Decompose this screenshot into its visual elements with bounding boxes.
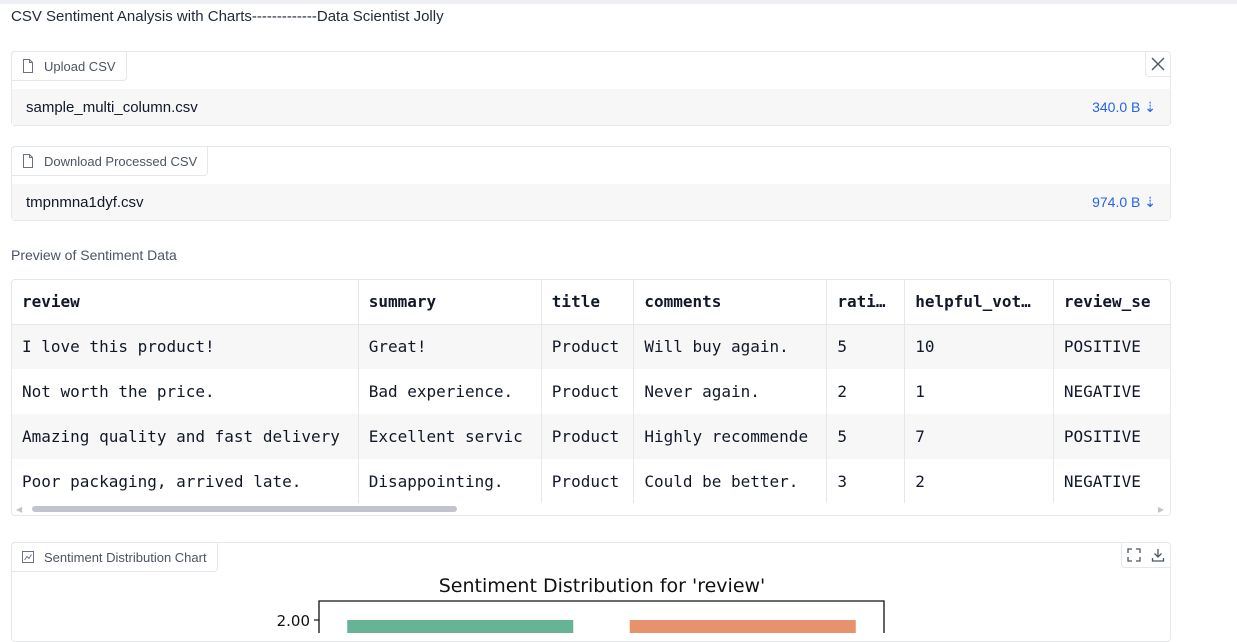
table-cell[interactable]: Excellent servic (357, 414, 542, 459)
table-cell[interactable]: 7 (904, 414, 1054, 459)
file-icon (23, 154, 33, 168)
column-header[interactable]: helpful_vot… (904, 280, 1054, 325)
uploaded-file-row: sample_multi_column.csv 340.0 B ⇣ (12, 89, 1170, 125)
preview-label: Preview of Sentiment Data (11, 247, 177, 263)
table-row: Not worth the price. Bad experience. Pro… (12, 369, 1170, 414)
table-cell[interactable]: Poor packaging, arrived late. (12, 459, 358, 504)
top-border (0, 0, 1237, 4)
column-header[interactable]: title (540, 280, 634, 325)
processed-file-download-link[interactable]: 974.0 B ⇣ (1092, 194, 1156, 211)
table-cell[interactable]: Product (540, 414, 634, 459)
download-processed-label-tab: Download Processed CSV (11, 146, 209, 176)
table-cell[interactable]: Great! (357, 324, 542, 369)
data-table: review summary title comments rati… help… (12, 280, 1170, 504)
scroll-left-icon[interactable]: ◀ (16, 505, 22, 514)
processed-file-name: tmpnmna1dyf.csv (26, 193, 144, 211)
table-cell[interactable]: Amazing quality and fast delivery (12, 414, 359, 459)
table-cell[interactable]: 2 (904, 459, 1054, 504)
table-cell[interactable]: Disappointing. (357, 459, 542, 504)
table-cell[interactable]: Product (540, 324, 634, 369)
table-cell[interactable]: 5 (826, 414, 905, 459)
upload-csv-label: Upload CSV (44, 58, 116, 74)
table-cell[interactable]: I love this product! (12, 324, 359, 369)
table-cell[interactable]: Not worth the price. (12, 369, 358, 414)
y-tick-label: 2.00 (277, 612, 310, 630)
table-cell[interactable]: Product (540, 459, 634, 504)
column-header[interactable]: summary (357, 280, 542, 325)
processed-file-row: tmpnmna1dyf.csv 974.0 B ⇣ (12, 184, 1170, 220)
chart-title: Sentiment Distribution for 'review' (439, 575, 766, 597)
table-row: Poor packaging, arrived late. Disappoint… (12, 459, 1170, 504)
chart-bar (629, 620, 856, 633)
sentiment-chart-block: Sentiment Distribution Chart Sentiment D… (11, 542, 1171, 642)
table-cell[interactable]: POSITIVE (1052, 324, 1170, 369)
column-header[interactable]: comments (633, 280, 827, 325)
upload-csv-label-tab: Upload CSV (11, 51, 127, 81)
column-header[interactable]: review (12, 280, 359, 325)
table-cell[interactable]: 2 (826, 369, 905, 414)
table-header-row: review summary title comments rati… help… (12, 280, 1170, 325)
download-processed-label: Download Processed CSV (44, 153, 198, 169)
table-cell[interactable]: Highly recommende (633, 414, 827, 459)
uploaded-file-download-link[interactable]: 340.0 B ⇣ (1092, 99, 1156, 116)
horizontal-scrollbar[interactable]: ◀ ▶ (12, 503, 1170, 515)
table-cell[interactable]: 10 (904, 324, 1054, 369)
close-icon (1151, 57, 1165, 71)
table-cell[interactable]: 1 (904, 369, 1054, 414)
scroll-right-icon[interactable]: ▶ (1158, 505, 1164, 514)
table-cell[interactable]: Could be better. (633, 459, 827, 504)
app-title: CSV Sentiment Analysis with Charts------… (11, 8, 444, 25)
column-header[interactable]: review_se (1052, 280, 1170, 325)
sentiment-data-table[interactable]: review summary title comments rati… help… (11, 279, 1171, 516)
column-header[interactable]: rati… (826, 280, 905, 325)
table-row: I love this product! Great! Product Will… (12, 324, 1170, 369)
file-icon (23, 59, 33, 73)
table-cell[interactable]: NEGATIVE (1052, 459, 1170, 504)
table-cell[interactable]: Bad experience. (357, 369, 542, 414)
clear-upload-button[interactable] (1145, 52, 1170, 77)
scrollbar-thumb[interactable] (32, 506, 457, 512)
download-processed-block: Download Processed CSV tmpnmna1dyf.csv 9… (11, 146, 1171, 221)
table-cell[interactable]: Product (540, 369, 634, 414)
table-cell[interactable]: Will buy again. (633, 324, 827, 369)
chart-bar (347, 620, 574, 633)
sentiment-bar-chart: Sentiment Distribution for 'review' 2.00 (277, 575, 885, 633)
upload-csv-block[interactable]: Upload CSV sample_multi_column.csv 340.0… (11, 51, 1171, 126)
table-cell[interactable]: POSITIVE (1052, 414, 1170, 459)
table-cell[interactable]: NEGATIVE (1052, 369, 1170, 414)
table-cell[interactable]: 5 (826, 324, 905, 369)
table-row: Amazing quality and fast delivery Excell… (12, 414, 1170, 459)
table-cell[interactable]: 3 (826, 459, 905, 504)
table-cell[interactable]: Never again. (633, 369, 827, 414)
uploaded-file-name: sample_multi_column.csv (26, 98, 198, 116)
